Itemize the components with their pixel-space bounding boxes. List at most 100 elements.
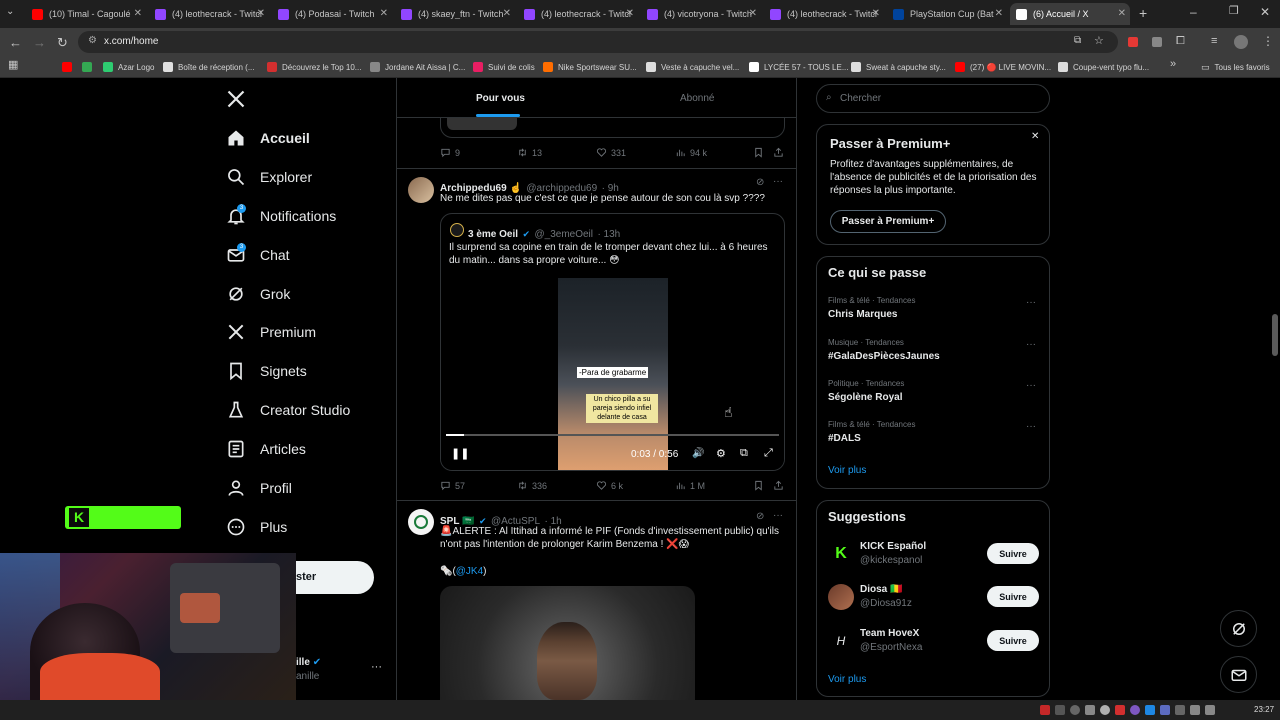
taskbar-clock[interactable]: 23:27 bbox=[1254, 705, 1274, 714]
trends-see-more-link[interactable]: Voir plus bbox=[828, 465, 866, 476]
sidebar-item-accueil[interactable]: Accueil bbox=[226, 125, 310, 151]
settings-icon[interactable]: ⚙ bbox=[716, 447, 726, 460]
tab-search-icon[interactable]: ⌄ bbox=[6, 7, 14, 17]
avatar[interactable] bbox=[408, 177, 434, 203]
tray-app-icon[interactable] bbox=[1040, 705, 1050, 715]
all-bookmarks[interactable]: ▭ Tous les favoris bbox=[1201, 60, 1270, 74]
menu-icon[interactable]: ⋮ bbox=[1262, 35, 1274, 47]
tray-app-icon[interactable] bbox=[1085, 705, 1095, 715]
tab-close-icon[interactable]: ✕ bbox=[749, 8, 757, 19]
reposts-button[interactable]: 336 bbox=[517, 480, 547, 491]
bookmark-item[interactable]: (27) 🔴 LIVE MOVIN... bbox=[955, 60, 1051, 74]
more-bookmarks-icon[interactable]: » bbox=[1170, 59, 1176, 70]
browser-tab[interactable]: (4) skaey_ftn - Twitch ✕ bbox=[395, 3, 515, 25]
bookmark-item[interactable]: Boîte de réception (... bbox=[163, 60, 255, 74]
x-logo[interactable] bbox=[226, 89, 246, 114]
sidebar-item-signets[interactable]: Signets bbox=[226, 358, 307, 384]
picture-in-picture-icon[interactable]: ⧉ bbox=[740, 447, 748, 460]
tab-close-icon[interactable]: ✕ bbox=[995, 8, 1003, 19]
bookmark-item[interactable] bbox=[62, 60, 77, 74]
more-icon[interactable]: ··· bbox=[773, 176, 783, 187]
extension-icon[interactable] bbox=[1152, 37, 1162, 47]
new-tab-icon[interactable]: + bbox=[1139, 6, 1147, 20]
address-bar[interactable]: ⚙ x.com/home ⧉ ☆ bbox=[78, 31, 1118, 53]
premium-subscribe-button[interactable]: Passer à Premium+ bbox=[830, 210, 946, 233]
close-icon[interactable]: ✕ bbox=[1031, 131, 1039, 142]
browser-tab[interactable]: (4) leothecrack - Twitch ✕ bbox=[518, 3, 638, 25]
video-progress-track[interactable] bbox=[446, 434, 779, 436]
bookmark-item[interactable]: Sweat à capuche sty... bbox=[851, 60, 946, 74]
browser-tab[interactable]: (4) Podasai - Twitch ✕ bbox=[272, 3, 392, 25]
tray-app-icon[interactable] bbox=[1115, 705, 1125, 715]
tab-close-icon[interactable]: ✕ bbox=[257, 8, 265, 19]
browser-tab[interactable]: PlayStation Cup (Bat ✕ bbox=[887, 3, 1007, 25]
browser-tab[interactable]: (4) leothecrack - Twitch ✕ bbox=[764, 3, 884, 25]
volume-icon[interactable] bbox=[1205, 705, 1215, 715]
extension-icon[interactable] bbox=[1128, 37, 1138, 47]
follow-button[interactable]: Suivre bbox=[987, 586, 1039, 607]
bookmark-item[interactable]: Veste à capuche vel... bbox=[646, 60, 739, 74]
browser-tab[interactable]: (4) leothecrack - Twitch ✕ bbox=[149, 3, 269, 25]
grok-icon[interactable]: ⊘ bbox=[756, 177, 764, 188]
bookmark-item[interactable]: Jordane Ait Aissa | C... bbox=[370, 60, 465, 74]
tray-app-icon[interactable] bbox=[1070, 705, 1080, 715]
sidebar-item-premium[interactable]: Premium bbox=[226, 319, 316, 345]
fullscreen-icon[interactable]: ⤢ bbox=[764, 447, 773, 460]
share-button[interactable] bbox=[773, 480, 788, 491]
tray-app-icon[interactable] bbox=[1175, 705, 1185, 715]
apps-grid-icon[interactable]: ▦ bbox=[8, 60, 18, 71]
sidebar-item-notifications[interactable]: 3 Notifications bbox=[226, 203, 336, 229]
tray-app-icon[interactable] bbox=[1130, 705, 1140, 715]
tab-close-icon[interactable]: ✕ bbox=[872, 8, 880, 19]
account-more-icon[interactable]: ··· bbox=[371, 661, 382, 673]
bookmark-button[interactable] bbox=[753, 147, 768, 158]
likes-button[interactable]: 331 bbox=[596, 147, 626, 158]
tab-pour-vous[interactable]: Pour vous bbox=[397, 78, 597, 118]
volume-icon[interactable]: 🔊 bbox=[692, 448, 704, 459]
post-image[interactable] bbox=[440, 586, 695, 700]
sidebar-item-profil[interactable]: Profil bbox=[226, 475, 292, 501]
follow-button[interactable]: Suivre bbox=[987, 543, 1039, 564]
reposts-button[interactable]: 13 bbox=[517, 147, 542, 158]
extensions-icon[interactable]: ⧠ bbox=[1176, 36, 1185, 47]
sidebar-item-chat[interactable]: 3 Chat bbox=[226, 242, 290, 268]
trend-more-icon[interactable]: ··· bbox=[1026, 297, 1036, 308]
trend-more-icon[interactable]: ··· bbox=[1026, 339, 1036, 350]
maximize-icon[interactable]: ❐ bbox=[1229, 6, 1239, 17]
bookmark-item[interactable]: Coupe-vent typo flu... bbox=[1058, 60, 1149, 74]
browser-tab[interactable]: (4) vicotryona - Twitch ✕ bbox=[641, 3, 761, 25]
tab-close-icon[interactable]: ✕ bbox=[626, 8, 634, 19]
replies-button[interactable]: 9 bbox=[440, 147, 460, 158]
bluetooth-icon[interactable] bbox=[1145, 705, 1155, 715]
reading-list-icon[interactable]: ≡ bbox=[1211, 36, 1217, 47]
trend-more-icon[interactable]: ··· bbox=[1026, 421, 1036, 432]
likes-button[interactable]: 6 k bbox=[596, 480, 623, 491]
more-icon[interactable]: ··· bbox=[773, 510, 783, 521]
avatar[interactable] bbox=[828, 584, 854, 610]
bookmark-item[interactable]: LYCÉE 57 - TOUS LE... bbox=[749, 60, 848, 74]
browser-tab[interactable]: (6) Accueil / X ✕ bbox=[1010, 3, 1130, 25]
account-name[interactable]: ille ✔ bbox=[296, 657, 321, 668]
views-button[interactable]: 94 k bbox=[675, 147, 707, 158]
url-text[interactable]: x.com/home bbox=[104, 36, 158, 47]
minimize-icon[interactable]: – bbox=[1190, 6, 1197, 18]
sidebar-item-plus[interactable]: Plus bbox=[226, 514, 287, 540]
sidebar-item-explorer[interactable]: Explorer bbox=[226, 164, 312, 190]
messages-float-button[interactable] bbox=[1220, 656, 1257, 693]
bookmark-item[interactable]: Azar Logo bbox=[103, 60, 154, 74]
bookmark-button[interactable] bbox=[753, 480, 768, 491]
site-info-icon[interactable]: ⚙ bbox=[88, 35, 97, 46]
tab-close-icon[interactable]: ✕ bbox=[134, 8, 142, 19]
tray-app-icon[interactable] bbox=[1055, 705, 1065, 715]
back-icon[interactable]: ← bbox=[9, 36, 22, 49]
mention-link[interactable]: @JK4 bbox=[456, 566, 483, 577]
avatar[interactable]: H bbox=[828, 628, 854, 654]
profile-avatar[interactable] bbox=[1234, 35, 1248, 49]
bookmark-item[interactable] bbox=[82, 60, 97, 74]
share-button[interactable] bbox=[773, 147, 788, 158]
tab-close-icon[interactable]: ✕ bbox=[1118, 8, 1126, 19]
browser-tab[interactable]: (10) Timal - Cagoulé ✕ bbox=[26, 3, 146, 25]
avatar[interactable] bbox=[408, 509, 434, 535]
network-icon[interactable] bbox=[1190, 705, 1200, 715]
grok-icon[interactable]: ⊘ bbox=[756, 511, 764, 522]
